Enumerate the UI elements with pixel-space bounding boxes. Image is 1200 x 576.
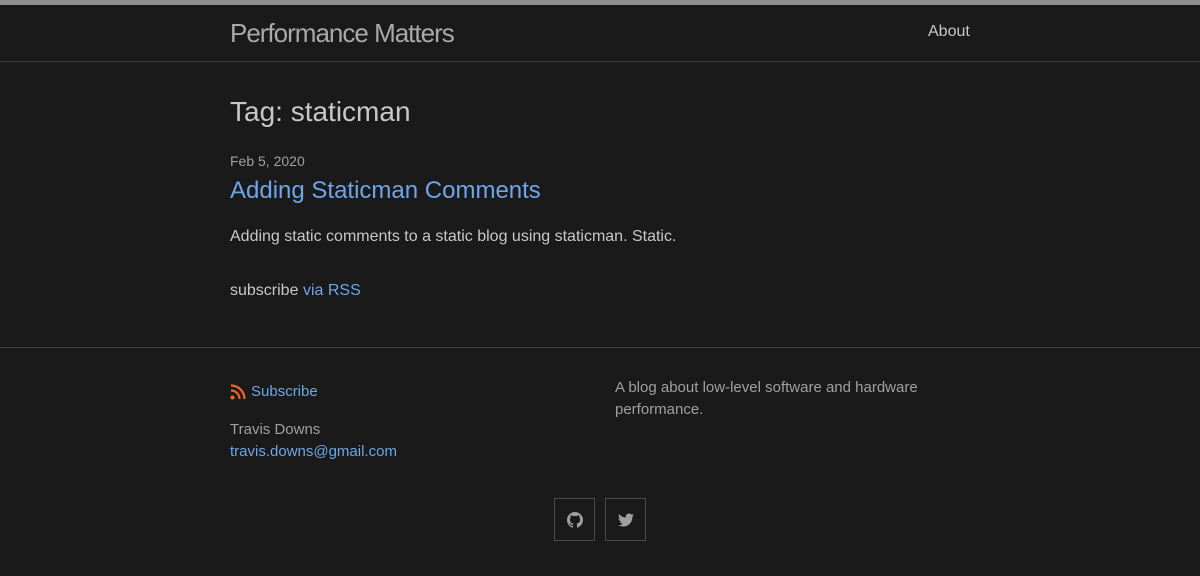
footer-subscribe-link[interactable]: Subscribe	[230, 383, 318, 400]
twitter-button[interactable]	[605, 498, 646, 541]
nav-about-link[interactable]: About	[928, 23, 970, 41]
post-excerpt: Adding static comments to a static blog …	[230, 228, 677, 245]
main-content: Tag: staticman Feb 5, 2020 Adding Static…	[0, 62, 1200, 347]
site-title-link[interactable]: Performance Matters	[230, 18, 455, 49]
post-date: Feb 5, 2020	[230, 153, 305, 169]
rss-icon	[230, 383, 246, 399]
site-footer: Subscribe Travis Downs travis.downs@gmai…	[0, 347, 1200, 576]
post-title-link[interactable]: Adding Staticman Comments	[230, 177, 541, 205]
twitter-icon	[617, 513, 634, 527]
github-icon	[566, 511, 583, 528]
rss-prefix-text: subscribe	[230, 282, 299, 299]
footer-email-link[interactable]: travis.downs@gmail.com	[230, 443, 397, 460]
rss-subscribe-line: subscribe via RSS	[230, 282, 361, 300]
rss-link[interactable]: via RSS	[303, 282, 361, 299]
footer-description: A blog about low-level software and hard…	[615, 379, 918, 418]
github-button[interactable]	[554, 498, 595, 541]
page-title: Tag: staticman	[230, 96, 411, 127]
footer-subscribe-label: Subscribe	[251, 383, 318, 400]
site-header: Performance Matters About	[0, 5, 1200, 62]
footer-author-name: Travis Downs	[230, 421, 321, 438]
